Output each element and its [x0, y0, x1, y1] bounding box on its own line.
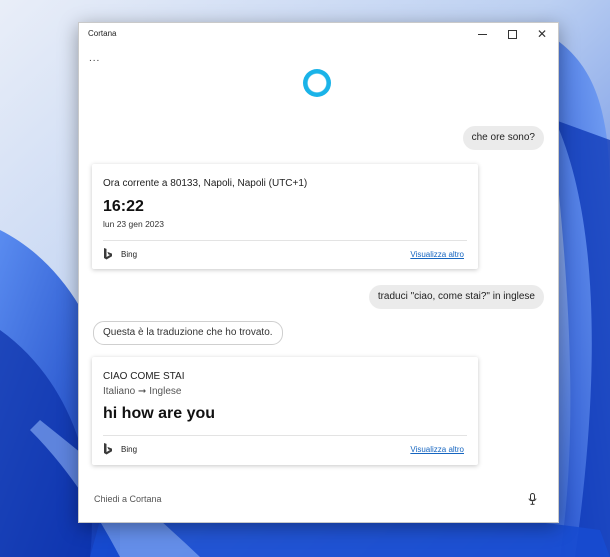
source-label: Bing	[121, 250, 138, 259]
target-language: Inglese	[149, 386, 182, 397]
close-button[interactable]: ✕	[527, 23, 557, 45]
more-options-button[interactable]: ...	[89, 53, 100, 64]
card-divider	[103, 240, 467, 241]
see-more-link[interactable]: Visualizza altro	[410, 250, 464, 259]
current-time: 16:22	[103, 198, 144, 215]
card-divider	[103, 435, 467, 436]
ask-cortana-input[interactable]: Chiedi a Cortana	[94, 494, 162, 504]
window-title: Cortana	[88, 29, 117, 38]
time-card[interactable]: Ora corrente a 80133, Napoli, Napoli (UT…	[92, 164, 478, 269]
cortana-ring-icon[interactable]	[303, 69, 331, 97]
cortana-window: Cortana ✕ ... che ore sono? Ora corrente…	[78, 22, 559, 523]
maximize-button[interactable]	[497, 23, 527, 45]
microphone-icon[interactable]	[528, 493, 537, 505]
user-message: che ore sono?	[462, 126, 544, 150]
translation-card[interactable]: CIAO COME STAI Italiano ➞ Inglese hi how…	[92, 357, 478, 465]
bing-icon	[104, 443, 112, 455]
minimize-icon	[477, 33, 487, 35]
cortana-reply: Questa è la traduzione che ho trovato.	[93, 321, 283, 345]
source-phrase: CIAO COME STAI	[103, 371, 185, 382]
arrow-icon: ➞	[138, 386, 147, 397]
bing-icon	[104, 248, 112, 260]
source-language: Italiano	[103, 386, 136, 397]
language-pair: Italiano ➞ Inglese	[103, 386, 181, 397]
user-message: traduci "ciao, come stai?" in inglese	[368, 285, 544, 309]
translated-text: hi how are you	[103, 405, 216, 422]
close-icon: ✕	[536, 27, 548, 41]
minimize-button[interactable]	[467, 23, 497, 45]
source-label: Bing	[121, 445, 138, 454]
current-date: lun 23 gen 2023	[103, 219, 164, 229]
title-bar[interactable]: Cortana ✕	[79, 23, 558, 45]
time-location: Ora corrente a 80133, Napoli, Napoli (UT…	[103, 178, 308, 189]
maximize-icon	[507, 29, 517, 39]
see-more-link[interactable]: Visualizza altro	[410, 445, 464, 454]
